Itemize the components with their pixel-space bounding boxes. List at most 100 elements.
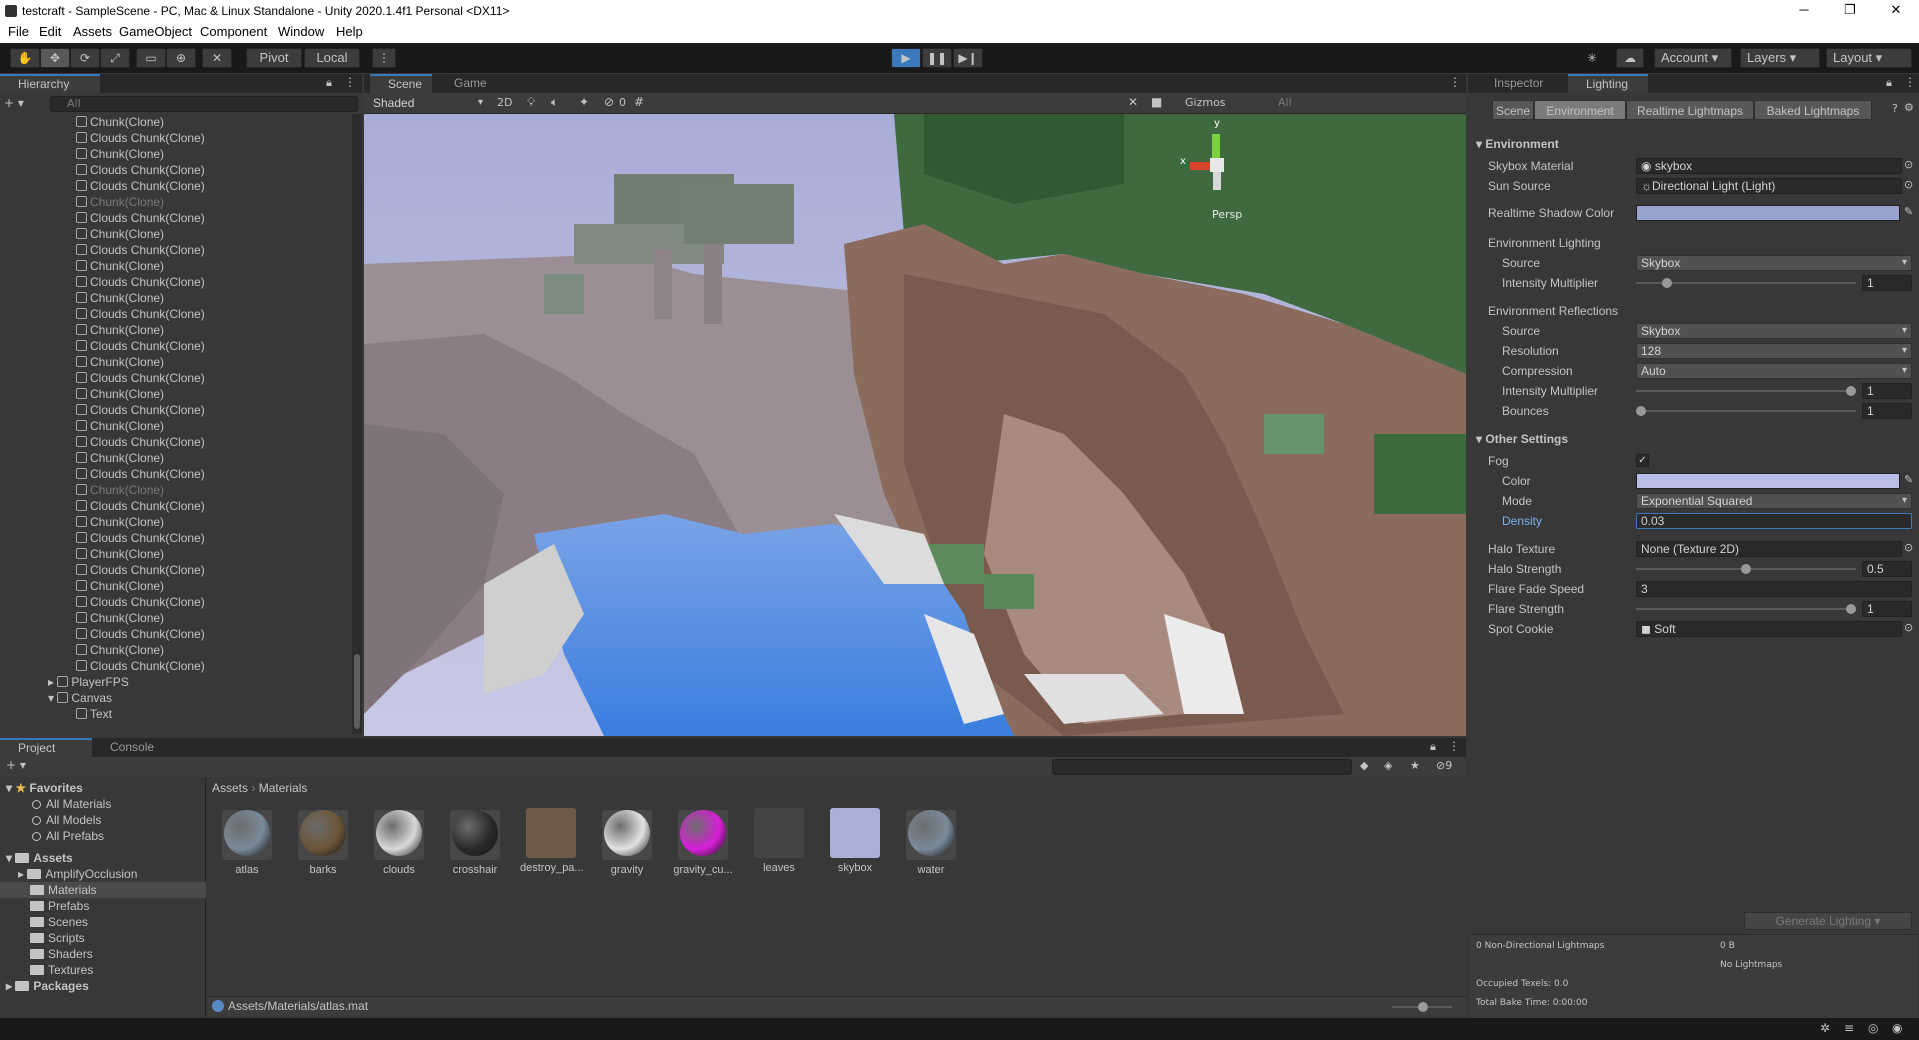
tab-hierarchy[interactable]: Hierarchy	[0, 74, 100, 93]
folder-prefabs[interactable]: Prefabs	[30, 898, 89, 914]
favorite-all-models[interactable]: All Models	[32, 812, 101, 828]
hierarchy-item[interactable]: Chunk(Clone)	[76, 114, 164, 130]
gizmo-y-axis[interactable]	[1212, 134, 1220, 160]
hierarchy-item[interactable]: Clouds Chunk(Clone)	[76, 130, 205, 146]
refl-source-dropdown[interactable]: Skybox	[1636, 323, 1912, 339]
hierarchy-scrollbar-thumb[interactable]	[354, 654, 360, 729]
scene-viewport[interactable]: y x Persp	[364, 114, 1466, 736]
env-source-dropdown[interactable]: Skybox	[1636, 255, 1912, 271]
lighting-toggle-icon[interactable]: 💡︎	[527, 95, 535, 110]
thumbnail-size-knob[interactable]	[1418, 1002, 1428, 1012]
local-toggle[interactable]: Local	[304, 48, 360, 68]
bounces-slider[interactable]	[1636, 403, 1856, 419]
hierarchy-item[interactable]: Chunk(Clone)	[76, 514, 164, 530]
folder-materials[interactable]: Materials	[30, 882, 97, 898]
tab-scene[interactable]: Scene	[370, 74, 432, 93]
menu-assets[interactable]: Assets	[73, 24, 112, 39]
hierarchy-item[interactable]: Clouds Chunk(Clone)	[76, 370, 205, 386]
project-search-input[interactable]	[1052, 759, 1352, 775]
asset-item[interactable]: skybox	[824, 808, 886, 874]
hidden-packages-icon[interactable]: ⊘9	[1436, 759, 1452, 772]
flare-fade-input[interactable]: 3	[1636, 581, 1912, 597]
breadcrumb-materials[interactable]: Materials	[259, 781, 308, 795]
rect-tool-icon[interactable]: ▭	[136, 48, 166, 68]
environment-section-header[interactable]: ▾ Environment	[1476, 137, 1559, 151]
hierarchy-item[interactable]: Clouds Chunk(Clone)	[76, 210, 205, 226]
persp-label[interactable]: Persp	[1212, 208, 1242, 221]
generate-lighting-button[interactable]: Generate Lighting ▾	[1744, 912, 1912, 930]
menu-help[interactable]: Help	[336, 24, 363, 39]
layers-dropdown[interactable]: Layers ▾	[1740, 48, 1820, 68]
fog-color-swatch[interactable]	[1636, 473, 1900, 489]
flare-strength-slider[interactable]	[1636, 601, 1856, 617]
folder-scenes[interactable]: Scenes	[30, 914, 88, 930]
folder-textures[interactable]: Textures	[30, 962, 93, 978]
asset-item[interactable]: leaves	[748, 808, 810, 874]
favorite-star-icon[interactable]: ★	[1410, 759, 1420, 772]
audio-toggle-icon[interactable]: 🔈︎	[551, 95, 558, 110]
breadcrumb-assets[interactable]: Assets	[212, 781, 248, 795]
menu-window[interactable]: Window	[278, 24, 324, 39]
env-intensity-slider[interactable]	[1636, 275, 1856, 291]
shading-mode-dropdown[interactable]: Shaded	[368, 95, 488, 111]
asset-item[interactable]: destroy_pa...	[520, 808, 584, 874]
menu-file[interactable]: File	[8, 24, 29, 39]
layout-dropdown[interactable]: Layout ▾	[1826, 48, 1912, 68]
hierarchy-scrollbar[interactable]	[352, 114, 362, 734]
hidden-objects-icon[interactable]: ⊘	[604, 95, 614, 109]
hierarchy-item[interactable]: Clouds Chunk(Clone)	[76, 306, 205, 322]
more-menu-icon[interactable]: ⋮	[344, 75, 356, 89]
gizmos-dropdown[interactable]: Gizmos	[1185, 96, 1226, 109]
thumbnail-size-slider[interactable]	[1392, 1002, 1452, 1012]
halo-strength-slider[interactable]	[1636, 561, 1856, 577]
sun-picker-icon[interactable]: ⊙	[1904, 178, 1913, 191]
halo-texture-field[interactable]: None (Texture 2D)	[1636, 541, 1902, 557]
skybox-material-field[interactable]: ◉ skybox	[1636, 158, 1902, 174]
gizmo-center[interactable]	[1210, 158, 1224, 172]
tab-project[interactable]: Project	[0, 738, 92, 757]
hierarchy-item[interactable]: Clouds Chunk(Clone)	[76, 562, 205, 578]
expand-arrow-icon[interactable]: ▸	[48, 675, 57, 689]
custom-tool-icon[interactable]: ✕	[202, 48, 232, 68]
fog-density-input[interactable]: 0.03	[1636, 513, 1912, 529]
compression-dropdown[interactable]: Auto	[1636, 363, 1912, 379]
hierarchy-root-item[interactable]: ▾ Canvas	[48, 690, 112, 706]
pause-button[interactable]: ❚❚	[922, 48, 952, 68]
halo-strength-input[interactable]: 0.5	[1862, 561, 1912, 577]
hierarchy-item[interactable]: Chunk(Clone)	[76, 258, 164, 274]
play-button[interactable]: ▶	[891, 48, 921, 68]
grid-snap-icon[interactable]: ⋮	[372, 48, 396, 68]
menu-gameobject[interactable]: GameObject	[119, 24, 192, 39]
asset-item[interactable]: atlas	[216, 808, 278, 876]
asset-item[interactable]: gravity	[596, 808, 658, 876]
hierarchy-item[interactable]: Clouds Chunk(Clone)	[76, 242, 205, 258]
bounces-knob[interactable]	[1636, 406, 1646, 416]
hierarchy-item[interactable]: Chunk(Clone)	[76, 642, 164, 658]
hierarchy-item[interactable]: Chunk(Clone)	[76, 354, 164, 370]
hierarchy-item[interactable]: Chunk(Clone)	[76, 418, 164, 434]
subtab-baked-lightmaps[interactable]: Baked Lightmaps	[1754, 100, 1872, 120]
folder-shaders[interactable]: Shaders	[30, 946, 93, 962]
menu-component[interactable]: Component	[200, 24, 267, 39]
project-lock-icon[interactable]: 🔒︎	[1430, 740, 1436, 754]
create-asset-button[interactable]: + ▾	[6, 758, 26, 772]
refl-intensity-slider[interactable]	[1636, 383, 1856, 399]
lock-icon[interactable]: 🔒︎	[326, 76, 332, 90]
gizmo-x-axis[interactable]	[1190, 162, 1212, 170]
refl-intensity-input[interactable]: 1	[1862, 383, 1912, 399]
refl-intensity-knob[interactable]	[1846, 386, 1856, 396]
halo-picker-icon[interactable]: ⊙	[1904, 541, 1913, 554]
minimize-button[interactable]: ─	[1781, 0, 1827, 22]
resolution-dropdown[interactable]: 128	[1636, 343, 1912, 359]
search-by-label-icon[interactable]: ◈	[1384, 759, 1392, 772]
hierarchy-item[interactable]: Clouds Chunk(Clone)	[76, 178, 205, 194]
mode-2d-toggle[interactable]: 2D	[497, 96, 512, 109]
hand-tool-icon[interactable]: ✋	[10, 48, 40, 68]
move-tool-icon[interactable]: ✥	[40, 48, 70, 68]
cache-icon[interactable]: ≡	[1844, 1021, 1854, 1035]
asset-item[interactable]: barks	[292, 808, 354, 876]
realtime-shadow-color-swatch[interactable]	[1636, 205, 1900, 221]
tab-console[interactable]: Console	[92, 738, 182, 757]
bounces-input[interactable]: 1	[1862, 403, 1912, 419]
hierarchy-item[interactable]: Chunk(Clone)	[76, 450, 164, 466]
